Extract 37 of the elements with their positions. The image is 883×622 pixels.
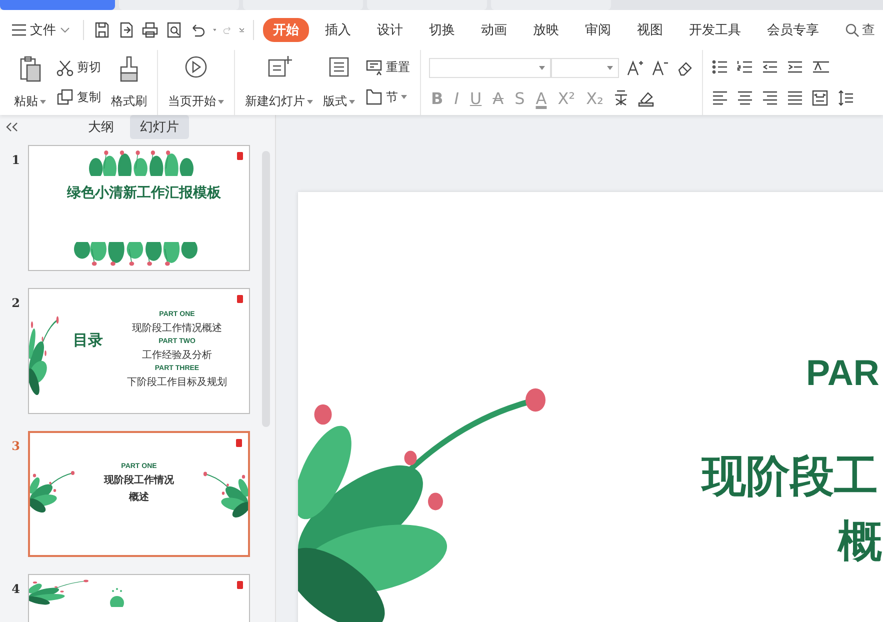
section-caption: 工作经验及分析	[142, 348, 212, 362]
layout-button[interactable]: 版式	[321, 53, 357, 112]
ribbon-tab[interactable]: 开发工具	[678, 18, 751, 42]
section-caption: 下阶段工作目标及规划	[127, 376, 227, 389]
slide-title: 现阶段工作情况	[104, 474, 174, 487]
slide-title: 现阶段工	[702, 451, 878, 503]
file-menu[interactable]: 文件	[8, 17, 74, 43]
copy-button[interactable]: 复制	[54, 86, 103, 108]
ribbon-tab[interactable]: 审阅	[574, 18, 621, 42]
ribbon-tab[interactable]: 插入	[314, 18, 361, 42]
slide-title: 目录	[73, 331, 103, 350]
ribbon-tab[interactable]: 会员专享	[756, 18, 829, 42]
slide-heading: PAR	[806, 352, 880, 394]
slide-number: 4	[10, 581, 20, 596]
slide-subtitle: 概	[838, 516, 882, 568]
ribbon-tab[interactable]: 放映	[522, 18, 569, 42]
slide-number: 1	[10, 152, 20, 167]
cut-button[interactable]: 剪切	[54, 56, 103, 79]
paste-button[interactable]: 粘贴	[12, 53, 48, 112]
reset-button[interactable]: 重置	[363, 56, 412, 79]
panel-tab[interactable]: 幻灯片	[130, 115, 189, 139]
slide-number: 2	[10, 295, 20, 310]
section-caption: 现阶段工作情况概述	[132, 322, 222, 335]
new-slide-button[interactable]: 新建幻灯片	[243, 53, 315, 112]
play-from-current-button[interactable]: 当页开始	[166, 53, 226, 112]
ribbon-tab[interactable]: 动画	[470, 18, 517, 42]
panel-tab[interactable]: 大纲	[78, 115, 124, 139]
ribbon-tab[interactable]: 设计	[366, 18, 413, 42]
format-painter-button[interactable]: 格式刷	[109, 53, 149, 112]
slide-thumbnail[interactable]: 绿色小清新工作汇报模板	[28, 145, 250, 271]
ribbon-tab[interactable]: 切换	[418, 18, 465, 42]
slide-subtitle: 概述	[129, 490, 149, 504]
ribbon-tab[interactable]: 视图	[626, 18, 673, 42]
section-button[interactable]: 节	[363, 86, 412, 108]
slide-number: 3	[10, 438, 20, 453]
search-label[interactable]: 查	[862, 21, 875, 39]
slide-title: 绿色小清新工作汇报模板	[67, 184, 221, 202]
